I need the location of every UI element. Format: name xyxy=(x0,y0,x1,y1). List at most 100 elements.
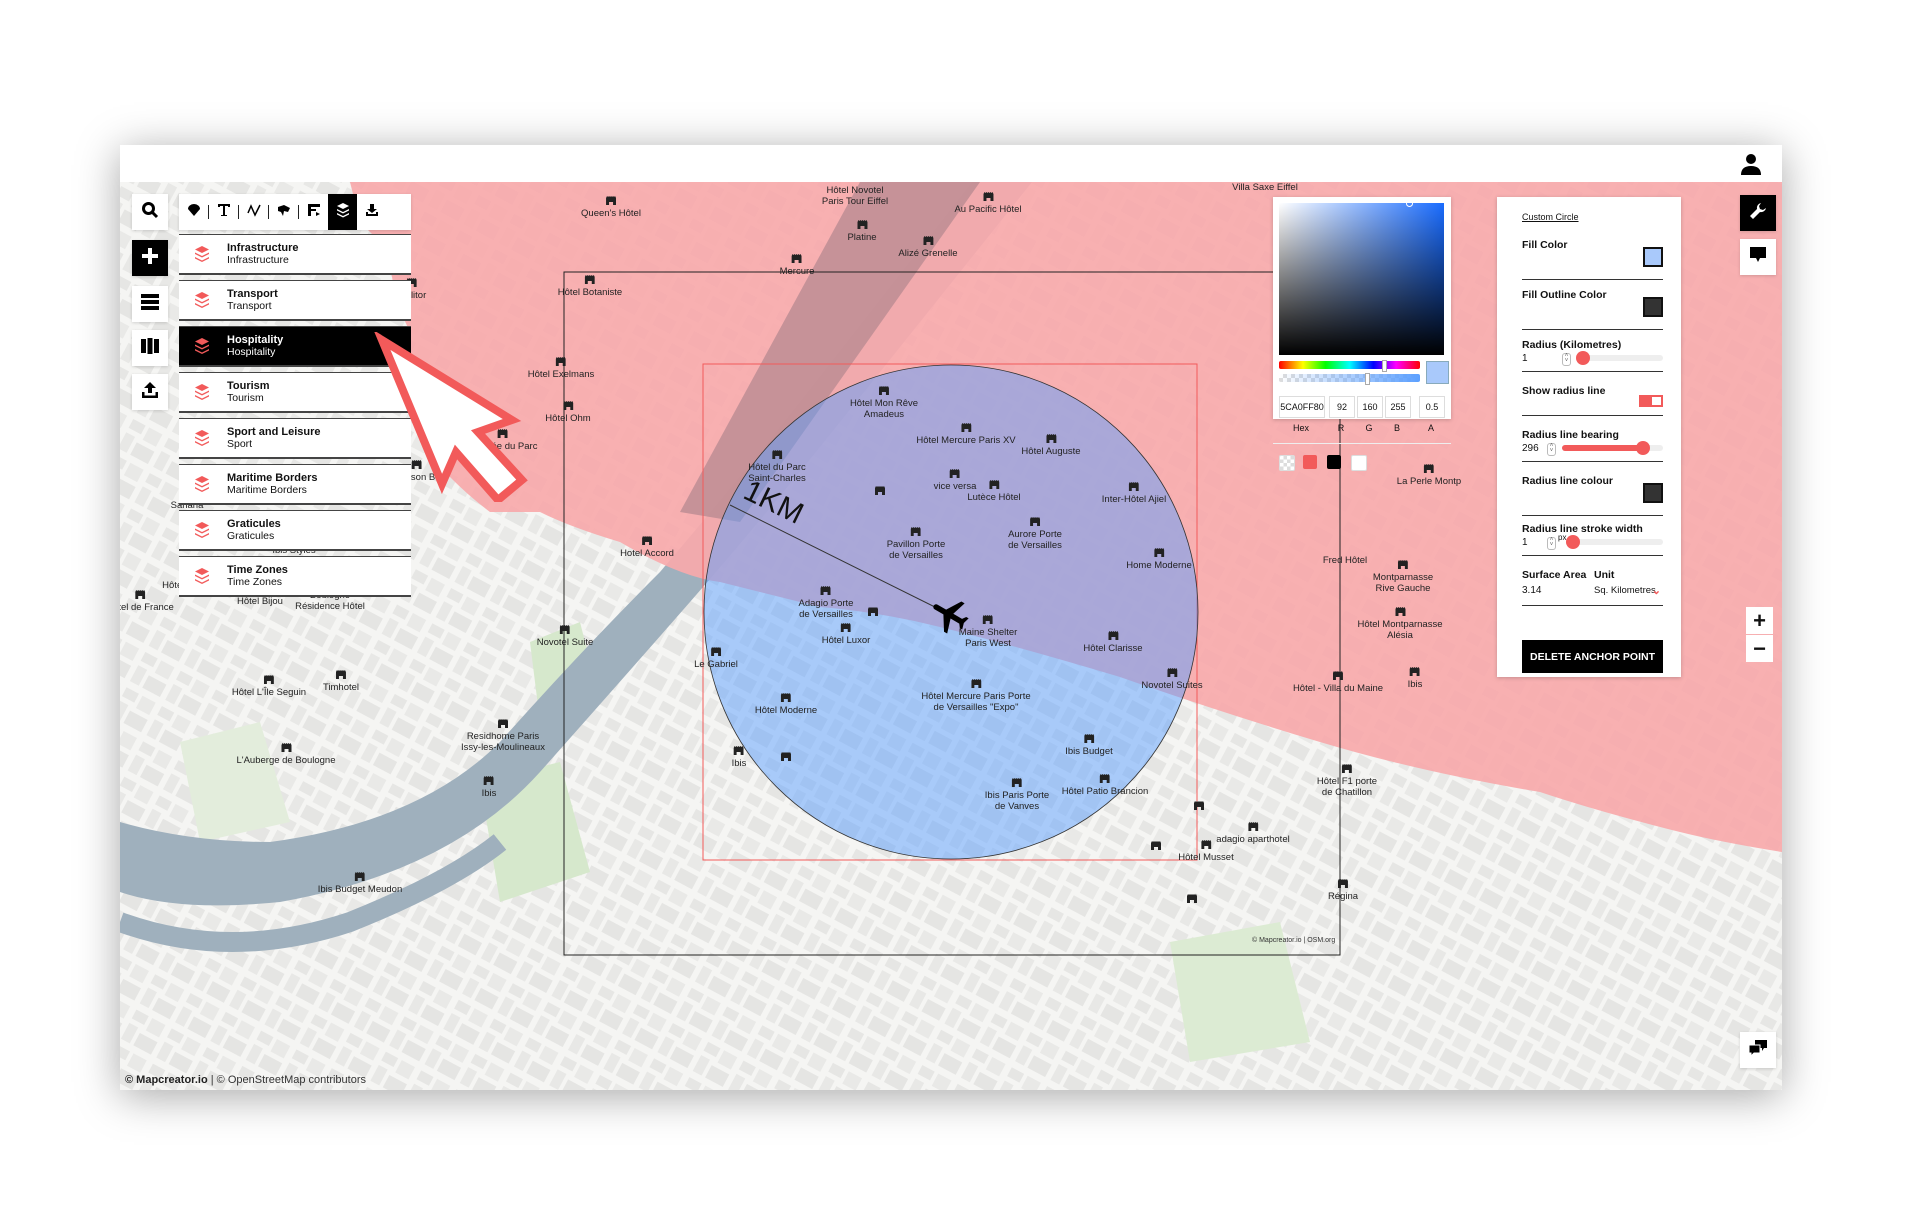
chat-button[interactable] xyxy=(1740,1032,1776,1068)
upload-button[interactable] xyxy=(132,374,168,410)
hotel-poi[interactable]: Hôtel de France xyxy=(120,590,174,613)
preset-red[interactable] xyxy=(1303,455,1317,469)
outline-color-swatch[interactable] xyxy=(1643,297,1663,317)
stroke-spinner[interactable]: ˄ ˅ xyxy=(1547,537,1556,550)
add-button[interactable] xyxy=(132,240,168,276)
unit-select[interactable]: Sq. Kilometres xyxy=(1594,585,1656,596)
bearing-spinner[interactable]: ˄ ˅ xyxy=(1547,443,1556,456)
hotel-poi[interactable] xyxy=(1151,841,1161,853)
hotel-poi[interactable]: Timhotel xyxy=(323,670,359,693)
radius-input[interactable]: 1 xyxy=(1522,353,1528,364)
saturation-area[interactable] xyxy=(1279,200,1444,355)
text-tool[interactable] xyxy=(209,194,238,230)
marker-tool[interactable] xyxy=(179,194,208,230)
hotel-poi[interactable]: Hôtel L'Île Seguin xyxy=(232,675,306,698)
hotel-poi[interactable] xyxy=(1194,801,1204,813)
hotel-poi[interactable]: Alizé Grenelle xyxy=(898,236,958,259)
hotel-poi[interactable] xyxy=(875,486,885,498)
hotel-poi[interactable]: Hotel Accord xyxy=(620,536,674,559)
hotel-poi[interactable]: Hôtel Auguste xyxy=(1021,434,1081,457)
hotel-poi[interactable]: Inter-Hôtel Ajiel xyxy=(1102,482,1166,505)
hotel-poi[interactable]: Hôtel Mercure Paris XV xyxy=(916,423,1016,446)
hotel-poi[interactable] xyxy=(868,607,878,619)
hotel-poi[interactable]: Hôtel Botaniste xyxy=(558,275,622,298)
hotel-poi[interactable]: Queen's Hôtel xyxy=(581,196,641,219)
hotel-poi[interactable] xyxy=(781,752,791,764)
bearing-input[interactable]: 296 xyxy=(1522,443,1539,454)
zoom-out-button[interactable]: − xyxy=(1746,635,1773,662)
hotel-poi[interactable]: Ibis Paris Porte de Vanves xyxy=(985,778,1049,812)
hotel-poi[interactable]: Régina xyxy=(1328,879,1358,902)
hotel-poi[interactable]: Hôtel Mercure Paris Porte de Versailles "… xyxy=(921,679,1031,713)
hue-knob[interactable] xyxy=(1382,360,1387,372)
search-button[interactable] xyxy=(132,194,168,230)
hotel-poi[interactable]: Ibis xyxy=(1408,667,1422,690)
preset-transparent[interactable] xyxy=(1279,455,1295,471)
chevron-down-icon[interactable]: ⌄ xyxy=(1652,584,1661,597)
hotel-poi[interactable]: Residhome Paris Issy-les-Moulineaux xyxy=(461,719,545,753)
layer-item-time-zones[interactable]: Time Zones Time Zones xyxy=(179,556,411,597)
download-tool[interactable] xyxy=(357,194,386,230)
hotel-poi[interactable]: Platine xyxy=(847,220,877,243)
hotel-poi[interactable]: Hôtel Clarisse xyxy=(1083,631,1143,654)
hotel-poi[interactable]: Novotel Suite xyxy=(537,625,593,648)
radius-spinner[interactable]: ˄ ˅ xyxy=(1562,353,1571,366)
preset-black[interactable] xyxy=(1327,455,1341,469)
alpha-slider[interactable] xyxy=(1279,373,1420,385)
show-radius-toggle[interactable] xyxy=(1639,395,1663,407)
hotel-poi[interactable]: Hôtel Musset xyxy=(1178,840,1234,863)
radius-slider-thumb[interactable] xyxy=(1576,351,1590,365)
legend-tool[interactable] xyxy=(299,194,328,230)
hotel-poi[interactable]: Home Moderne xyxy=(1126,548,1192,571)
b-input[interactable]: 255 xyxy=(1385,396,1411,418)
alpha-knob[interactable] xyxy=(1365,373,1370,385)
delete-anchor-button[interactable]: DELETE ANCHOR POINT xyxy=(1522,640,1663,673)
hotel-poi[interactable]: Hôtel Novotel Paris Tour Eiffel xyxy=(822,185,888,207)
hotel-poi[interactable]: Fred Hôtel xyxy=(1323,555,1367,566)
hotel-poi[interactable]: La Perle Montp xyxy=(1397,464,1461,487)
hotel-poi[interactable]: Aurore Porte de Versailles xyxy=(1008,517,1062,551)
line-colour-swatch[interactable] xyxy=(1643,483,1663,503)
hotel-poi[interactable]: Hôtel Montparnasse Alésia xyxy=(1357,607,1443,641)
hotel-poi[interactable]: Montparnasse Rive Gauche xyxy=(1373,560,1433,594)
stroke-slider[interactable] xyxy=(1566,535,1663,549)
a-input[interactable]: 0.5 xyxy=(1419,396,1445,418)
layers-tool[interactable] xyxy=(328,194,357,230)
bearing-slider-thumb[interactable] xyxy=(1636,441,1650,455)
hotel-poi[interactable]: Hôtel Moderne xyxy=(755,693,817,716)
panel-title[interactable]: Custom Circle xyxy=(1522,212,1579,222)
r-input[interactable]: 92 xyxy=(1329,396,1355,418)
comment-button[interactable] xyxy=(1740,239,1776,275)
airplane-icon[interactable] xyxy=(928,592,972,636)
map-canvas[interactable]: 1KM Queen's Hôtel Hôtel Novotel Paris Tour… xyxy=(120,182,1782,1090)
zoom-in-button[interactable]: + xyxy=(1746,607,1773,634)
hotel-poi[interactable]: Ibis xyxy=(482,776,496,799)
hotel-poi[interactable]: Novotel Suites xyxy=(1141,668,1203,691)
layer-item-transport[interactable]: Transport Transport xyxy=(179,280,411,321)
preset-white[interactable] xyxy=(1351,455,1367,471)
hotel-poi[interactable]: Hôtel Patio Brancion xyxy=(1062,774,1148,797)
hotel-poi[interactable] xyxy=(1187,894,1197,906)
hotel-poi[interactable]: Hôtel Ohm xyxy=(545,401,591,424)
map-style-button[interactable] xyxy=(132,330,168,366)
hotel-poi[interactable]: Le Gabriel xyxy=(694,647,738,670)
line-tool[interactable] xyxy=(239,194,268,230)
stroke-input[interactable]: 1 xyxy=(1522,537,1528,548)
hotel-poi[interactable]: Ibis xyxy=(732,746,746,769)
bearing-slider[interactable] xyxy=(1562,441,1663,455)
shape-tool[interactable] xyxy=(269,194,298,230)
hotel-poi[interactable]: Hôtel F1 porte de Chatillon xyxy=(1317,764,1377,798)
fill-color-swatch[interactable] xyxy=(1643,247,1663,267)
hotel-poi[interactable]: Hôtel Mon Rêve Amadeus xyxy=(850,386,918,420)
user-icon[interactable] xyxy=(1738,151,1764,177)
attribution-brand[interactable]: © Mapcreator.io xyxy=(125,1074,208,1086)
hotel-poi[interactable]: Mercure xyxy=(780,254,814,277)
hotel-poi[interactable]: Lutèce Hôtel xyxy=(967,480,1021,503)
hex-input[interactable]: 5CA0FF80 xyxy=(1279,396,1325,418)
hotel-poi[interactable]: Pavillon Porte de Versailles xyxy=(887,527,945,561)
menu-button[interactable] xyxy=(132,286,168,322)
hotel-poi[interactable]: Hôtel - Villa du Maine xyxy=(1293,671,1383,694)
saturation-handle[interactable] xyxy=(1406,200,1413,207)
hue-slider[interactable] xyxy=(1279,360,1420,372)
layer-item-infrastructure[interactable]: Infrastructure Infrastructure xyxy=(179,234,411,275)
